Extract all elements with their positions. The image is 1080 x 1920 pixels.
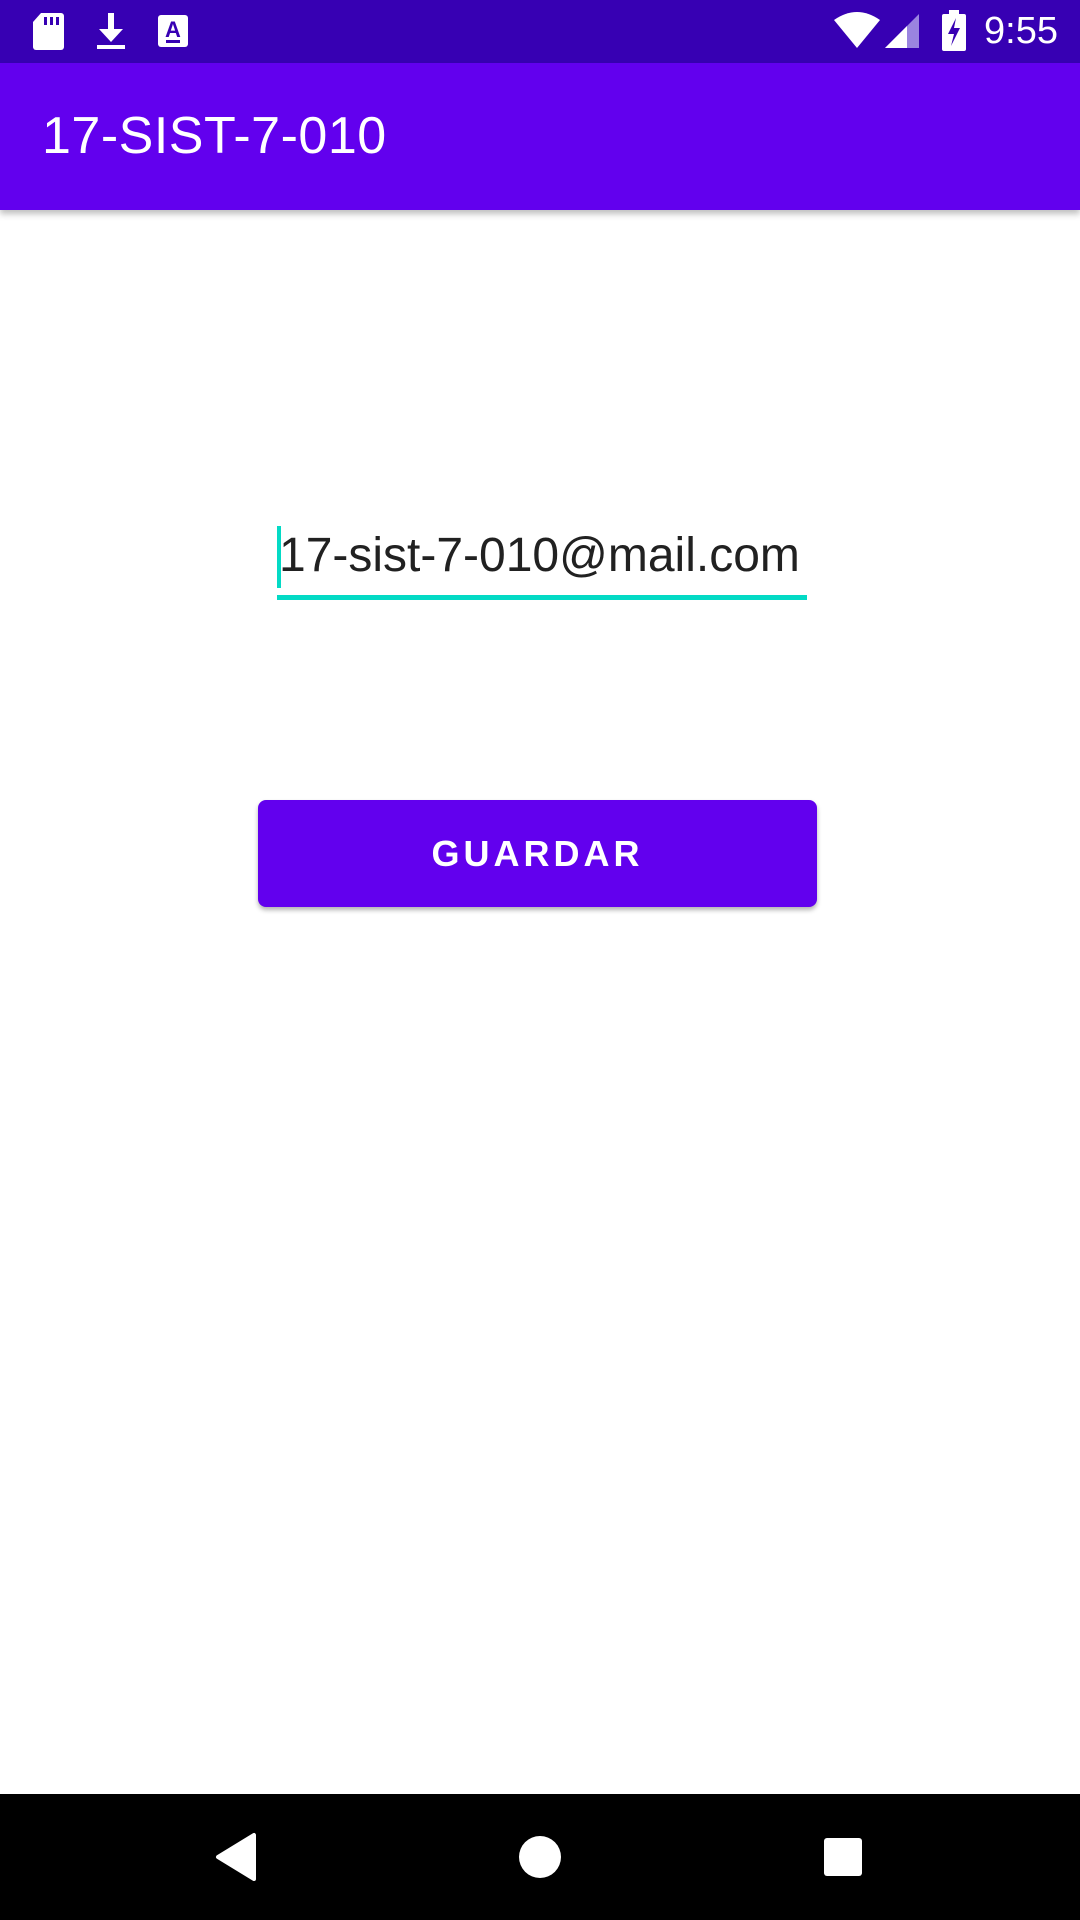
email-value: 17-sist-7-010@mail.com xyxy=(279,529,800,582)
battery-charging-icon xyxy=(936,10,972,52)
clock: 9:55 xyxy=(984,10,1058,52)
sd-card-icon xyxy=(28,10,68,52)
back-icon[interactable] xyxy=(204,1824,270,1890)
keyboard-a-icon: A xyxy=(153,10,193,52)
app-title: 17-SIST-7-010 xyxy=(42,107,387,165)
navigation-bar xyxy=(0,1794,1080,1920)
email-field[interactable]: 17-sist-7-010@mail.com xyxy=(277,518,807,600)
status-bar: A 9:55 xyxy=(0,0,1080,63)
recents-icon[interactable] xyxy=(810,1824,876,1890)
app-bar: 17-SIST-7-010 xyxy=(0,63,1080,210)
save-button[interactable]: GUARDAR xyxy=(258,800,817,907)
wifi-icon xyxy=(832,10,882,52)
home-icon[interactable] xyxy=(507,1824,573,1890)
download-icon xyxy=(91,10,131,52)
signal-icon xyxy=(882,10,922,52)
svg-text:A: A xyxy=(165,17,181,42)
